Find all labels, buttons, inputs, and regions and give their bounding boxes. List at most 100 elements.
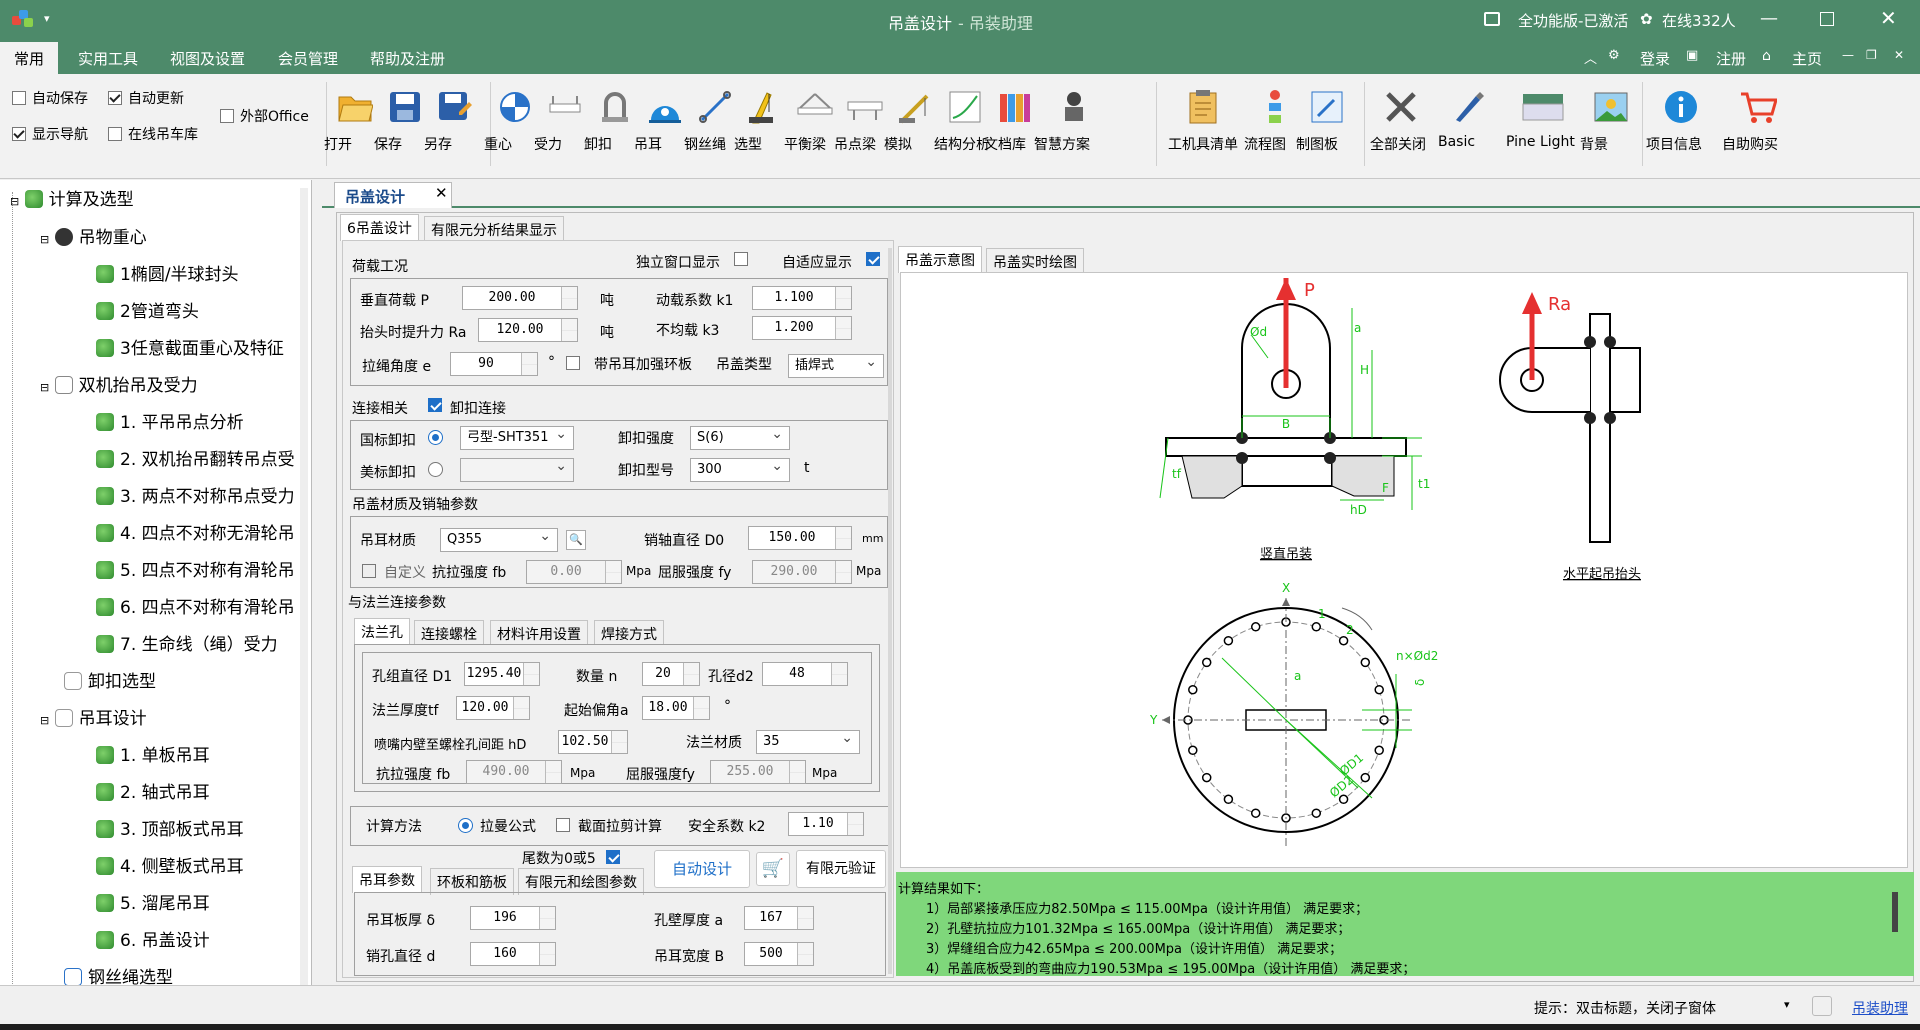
us-shackle-radio[interactable] bbox=[428, 462, 443, 479]
gb-shackle-select[interactable]: 弓型-SHT351 bbox=[460, 423, 574, 450]
shownav-option[interactable]: 显示导航 bbox=[12, 124, 88, 144]
flange-tab-welding[interactable]: 焊接方式 bbox=[594, 620, 664, 647]
fem-verify-button[interactable]: 有限元验证 bbox=[796, 850, 886, 888]
doc-tab-active[interactable]: 吊盖设计 ✕ bbox=[334, 182, 452, 208]
tree-item[interactable]: 1. 平吊吊点分析 bbox=[96, 409, 244, 437]
flange-tab-bolts[interactable]: 连接螺栓 bbox=[414, 620, 484, 647]
start-angle-input[interactable]: 18.00 bbox=[642, 696, 710, 720]
method-lame-radio[interactable] bbox=[458, 818, 473, 835]
maximize-button[interactable] bbox=[1820, 12, 1834, 26]
tree-root[interactable]: ⊟ 计算及选型 bbox=[10, 186, 134, 214]
menu-home[interactable]: 常用 bbox=[14, 48, 44, 69]
autoupdate-option[interactable]: 自动更新 bbox=[108, 88, 184, 108]
mdi-restore-icon[interactable]: ❐ bbox=[1866, 48, 1877, 62]
subtab-fem-results[interactable]: 有限元分析结果显示 bbox=[424, 216, 564, 243]
flange-material-select[interactable]: 35 bbox=[756, 727, 860, 754]
user-settings-icon[interactable]: ⚙ bbox=[1608, 48, 1620, 63]
pin-diameter-input[interactable]: 150.00 bbox=[748, 526, 852, 550]
shackle-connect-checkbox[interactable] bbox=[428, 398, 442, 414]
hole-diameter-input[interactable]: 48 bbox=[762, 662, 848, 686]
minimize-button[interactable]: — bbox=[1760, 8, 1778, 29]
online-lib-option[interactable]: 在线吊车库 bbox=[108, 124, 198, 144]
us-shackle-select[interactable] bbox=[460, 455, 574, 482]
flange-tab-holes[interactable]: 法兰孔 bbox=[354, 618, 410, 645]
tree-item-selected[interactable]: 6. 吊盖设计 bbox=[96, 927, 210, 955]
save-as-button[interactable]: 另存 bbox=[424, 86, 486, 153]
pin-hole-input[interactable]: 160 bbox=[470, 942, 556, 966]
material-lookup-icon[interactable]: 🔍 bbox=[566, 530, 586, 550]
status-link[interactable]: 吊装助理 bbox=[1852, 998, 1908, 1018]
status-dropdown-icon[interactable]: ▾ bbox=[1784, 998, 1790, 1011]
tree-item[interactable]: 4. 四点不对称无滑轮吊 bbox=[96, 520, 295, 548]
gb-shackle-radio[interactable] bbox=[428, 430, 443, 447]
background-button[interactable]: 背景 bbox=[1580, 86, 1642, 153]
results-scrollbar[interactable] bbox=[1892, 892, 1898, 932]
safety-factor-input[interactable]: 1.10 bbox=[788, 812, 864, 836]
tree-item[interactable]: 7. 生命线（绳）受力 bbox=[96, 631, 278, 659]
lug-material-select[interactable]: Q355 bbox=[440, 525, 558, 552]
uneven-load-input[interactable]: 1.200 bbox=[752, 316, 852, 340]
reinforce-ring-checkbox[interactable] bbox=[566, 356, 586, 372]
lug-width-input[interactable]: 500 bbox=[744, 942, 814, 966]
tree-item[interactable]: 6. 四点不对称有滑轮吊 bbox=[96, 594, 295, 622]
cart-button[interactable]: 🛒 bbox=[756, 852, 790, 886]
tree-group-dual-crane[interactable]: ⊟ 双机抬吊及受力 bbox=[40, 372, 198, 400]
lug-thickness-input[interactable]: 196 bbox=[470, 906, 556, 930]
flange-tab-allowable[interactable]: 材料许用设置 bbox=[490, 620, 588, 647]
cover-type-select[interactable]: 插焊式 bbox=[788, 351, 884, 378]
lug-tab-ring[interactable]: 环板和筋板 bbox=[430, 868, 514, 895]
mdi-minimize-icon[interactable]: — bbox=[1842, 48, 1854, 62]
drawing-tab-schematic[interactable]: 吊盖示意图 bbox=[898, 246, 982, 273]
menu-member[interactable]: 会员管理 bbox=[278, 48, 338, 69]
tree-item[interactable]: 3. 两点不对称吊点受力 bbox=[96, 483, 295, 511]
login-link[interactable]: 登录 bbox=[1640, 48, 1670, 69]
project-info-button[interactable]: 项目信息 bbox=[1646, 86, 1716, 153]
dynamic-factor-input[interactable]: 1.100 bbox=[752, 286, 852, 310]
lift-force-input[interactable]: 120.00 bbox=[478, 318, 578, 342]
flange-thickness-input[interactable]: 120.00 bbox=[456, 696, 530, 720]
rope-angle-input[interactable]: 90 bbox=[450, 352, 538, 376]
shackle-model-select[interactable]: 300 bbox=[690, 455, 790, 482]
homepage-link[interactable]: 主页 bbox=[1792, 48, 1822, 69]
tree-group-lug[interactable]: ⊟ 吊耳设计 bbox=[40, 705, 147, 733]
tree-item[interactable]: 5. 溜尾吊耳 bbox=[96, 890, 210, 918]
tool-list-button[interactable]: 工机具清单 bbox=[1168, 86, 1238, 153]
lug-tab-fem[interactable]: 有限元和绘图参数 bbox=[518, 868, 644, 895]
tree-item[interactable]: 2. 轴式吊耳 bbox=[96, 779, 210, 807]
subtab-design[interactable]: 6吊盖设计 bbox=[340, 214, 419, 241]
tree-item[interactable]: 4. 侧壁板式吊耳 bbox=[96, 853, 244, 881]
drawing-tab-realtime[interactable]: 吊盖实时绘图 bbox=[986, 248, 1084, 275]
auto-design-button[interactable]: 自动设计 bbox=[654, 850, 750, 888]
register-link[interactable]: 注册 bbox=[1716, 48, 1746, 69]
tree-item[interactable]: 1椭圆/半球封头 bbox=[96, 261, 239, 289]
yield-strength-input[interactable]: 290.00 bbox=[752, 560, 852, 584]
hole-wall-input[interactable]: 167 bbox=[744, 906, 814, 930]
hole-group-diameter-input[interactable]: 1295.40 bbox=[464, 662, 540, 686]
vertical-load-input[interactable]: 200.00 bbox=[462, 286, 578, 310]
flange-yield-input[interactable]: 255.00 bbox=[710, 760, 806, 784]
round-tail-checkbox[interactable] bbox=[606, 850, 620, 866]
tree-item[interactable]: 2管道弯头 bbox=[96, 298, 199, 326]
nozzle-distance-input[interactable]: 102.50 bbox=[558, 730, 628, 754]
method-section-checkbox[interactable] bbox=[556, 818, 576, 834]
close-tab-icon[interactable]: ✕ bbox=[435, 184, 448, 202]
tree-item[interactable]: 3. 顶部板式吊耳 bbox=[96, 816, 244, 844]
tree-item[interactable]: 2. 双机抬吊翻转吊点受 bbox=[96, 446, 295, 474]
tree-group-shackle[interactable]: 卸扣选型 bbox=[64, 668, 156, 696]
custom-material-checkbox[interactable] bbox=[362, 564, 382, 580]
menu-help[interactable]: 帮助及注册 bbox=[370, 48, 445, 69]
autosave-option[interactable]: 自动保存 bbox=[12, 88, 88, 108]
tensile-strength-input[interactable]: 0.00 bbox=[526, 560, 622, 584]
close-all-button[interactable]: 全部关闭 bbox=[1370, 86, 1432, 153]
office-option[interactable]: 外部Office bbox=[220, 106, 309, 126]
tree-item[interactable]: 3任意截面重心及特征 bbox=[96, 335, 284, 363]
menu-tools[interactable]: 实用工具 bbox=[78, 48, 138, 69]
independent-window-checkbox[interactable] bbox=[734, 252, 754, 268]
smart-plan-button[interactable]: 智慧方案 bbox=[1034, 86, 1114, 153]
shackle-strength-select[interactable]: S(6) bbox=[690, 423, 790, 450]
theme-basic-button[interactable]: Basic bbox=[1438, 86, 1500, 150]
flange-tensile-input[interactable]: 490.00 bbox=[466, 760, 562, 784]
tree-item[interactable]: 5. 四点不对称有滑轮吊 bbox=[96, 557, 295, 585]
tree-scrollbar[interactable] bbox=[300, 188, 308, 988]
theme-pine-light-button[interactable]: Pine Light bbox=[1506, 86, 1580, 150]
